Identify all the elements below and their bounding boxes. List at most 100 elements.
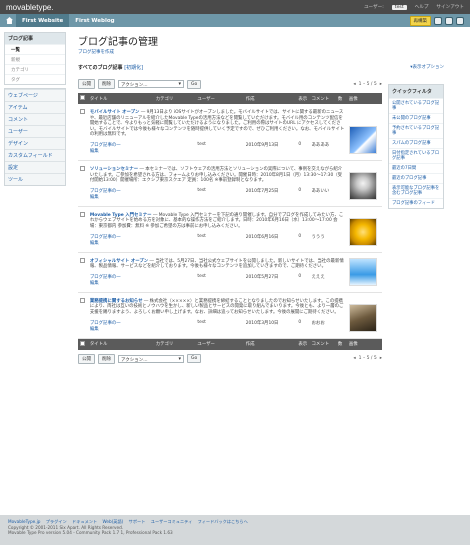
col-created-footer[interactable]: 作成 — [243, 338, 297, 350]
entry-thumbnail[interactable] — [348, 257, 377, 286]
select-all-checkbox-bottom[interactable] — [80, 340, 85, 346]
plus-icon[interactable] — [445, 17, 453, 25]
entry-title[interactable]: オフィシャルサイト オープン — [90, 259, 148, 264]
publish-selected-button-bottom[interactable]: 公開 — [78, 353, 95, 364]
filter-dated[interactable]: 日付指定されているブログ記事 — [389, 148, 443, 163]
footer-link-feedback[interactable]: フィードバックはこちらへ — [198, 519, 248, 524]
entry-thumbnail[interactable] — [348, 217, 377, 246]
col-user-footer[interactable]: ユーザー — [195, 338, 244, 350]
sidebar-group-users[interactable]: ユーザー — [5, 125, 65, 137]
delete-selected-button[interactable]: 削除 — [98, 79, 115, 89]
sidebar-item-list[interactable]: 一覧 — [5, 44, 65, 54]
delete-selected-button-bottom[interactable]: 削除 — [98, 353, 115, 364]
nav-blog[interactable]: First Weblog — [69, 14, 120, 27]
col-views[interactable]: 表示 — [296, 93, 310, 104]
footer-link-docs[interactable]: ドキュメント — [72, 519, 97, 524]
filter-spam[interactable]: スパムのブログ記事 — [389, 138, 443, 148]
footer-link-mt[interactable]: MovableType.jp — [8, 519, 40, 524]
publish-selected-button[interactable]: 公開 — [78, 79, 95, 89]
pager-text-bottom: 1 – 5 / 5 — [358, 356, 377, 361]
go-button-bottom[interactable]: Go — [187, 354, 202, 363]
entry-edit-link[interactable]: 編集 — [90, 280, 152, 286]
entry-title[interactable]: Movable Type 入門セミナー — [90, 213, 152, 218]
action-select-bottom[interactable]: アクション... — [118, 354, 184, 363]
col-image-footer: 画像 — [346, 338, 382, 350]
entry-title[interactable]: モバイルサイト オープン — [90, 110, 140, 115]
filter-feed[interactable]: ブログ記事のフィード — [389, 198, 443, 208]
user-label: ユーザー: — [363, 5, 384, 10]
home-icon[interactable] — [6, 17, 13, 24]
sidebar-group-settings[interactable]: 設定 — [5, 161, 65, 173]
filter-unpublished[interactable]: 未公開のブログ記事 — [389, 113, 443, 123]
entry-edit-link[interactable]: 編集 — [90, 194, 152, 200]
sidebar-group-design[interactable]: デザイン — [5, 137, 65, 149]
create-entry-link[interactable]: ブログ記事を作成 — [78, 50, 114, 55]
list-subtitle: すべてのブログ記事 — [78, 65, 123, 71]
table-row: 業務提携に関するお知らせ ― 株式会社（×××××）と業務提携を締結することとな… — [78, 292, 382, 339]
nav-website[interactable]: First Website — [16, 14, 70, 27]
publish-button[interactable]: 再構築 — [409, 16, 431, 26]
entry-edit-link[interactable]: 編集 — [90, 148, 152, 154]
gear-icon[interactable] — [456, 17, 464, 25]
filter-published[interactable]: 公開されているブログ記事 — [389, 98, 443, 113]
select-all-checkbox[interactable] — [80, 95, 85, 100]
sidebar-group-custom-fields[interactable]: カスタムフィールド — [5, 149, 65, 161]
col-title-footer[interactable]: タイトル — [87, 338, 154, 350]
col-count-footer[interactable]: 数 — [335, 338, 347, 350]
sidebar-group-tools[interactable]: ツール — [5, 173, 65, 185]
display-options-link[interactable]: ▾表示オプション — [388, 64, 444, 70]
filter-last-7-days[interactable]: 最近の7日間 — [389, 163, 443, 173]
row-checkbox[interactable] — [80, 211, 85, 217]
col-comments[interactable]: コメント — [309, 93, 336, 104]
sidebar-item-new[interactable]: 新規 — [5, 54, 65, 64]
row-checkbox[interactable] — [80, 257, 85, 263]
entry-thumbnail[interactable] — [348, 171, 377, 200]
logo[interactable]: movabletype. — [6, 3, 54, 12]
filter-scheduled[interactable]: 予約されているブログ記事 — [389, 123, 443, 138]
entry-edit-link[interactable]: 編集 — [90, 326, 152, 332]
entry-edit-link[interactable]: 編集 — [90, 240, 152, 246]
col-views-footer[interactable]: 表示 — [296, 338, 310, 350]
footer-link-support[interactable]: サポート — [129, 519, 146, 524]
row-checkbox[interactable] — [80, 165, 85, 171]
entry-title[interactable]: 業務提携に関するお知らせ — [90, 299, 143, 304]
col-count[interactable]: 数 — [335, 93, 347, 104]
col-category[interactable]: カテゴリ — [153, 93, 196, 104]
pager-prev-icon[interactable]: ◂ — [353, 82, 355, 87]
footer-link-plugins[interactable]: プラグイン — [46, 519, 67, 524]
sidebar-item-category[interactable]: カテゴリ — [5, 64, 65, 74]
row-checkbox[interactable] — [80, 297, 85, 303]
footer-link-community[interactable]: ユーザーコミュニティ — [151, 519, 193, 524]
sidebar-group-comments[interactable]: コメント — [5, 113, 65, 125]
sidebar-item-tag[interactable]: タグ — [5, 74, 65, 84]
col-user[interactable]: ユーザー — [195, 93, 244, 104]
col-comments-footer[interactable]: コメント — [309, 338, 336, 350]
sidebar-group-pages[interactable]: ウェブページ — [5, 89, 65, 101]
col-created[interactable]: 作成 — [243, 93, 297, 104]
col-category-footer[interactable]: カテゴリ — [153, 338, 196, 350]
sidebar-blog-posts-heading[interactable]: ブログ記事 — [5, 33, 65, 44]
entry-views: 0 — [296, 231, 310, 253]
filter-recent[interactable]: 最近のブログ記事 — [389, 173, 443, 183]
pager-prev-icon[interactable]: ◂ — [353, 356, 355, 361]
signout-link[interactable]: サインアウト — [436, 4, 464, 10]
sidebar-group-assets[interactable]: アイテム — [5, 101, 65, 113]
refresh-icon[interactable] — [434, 17, 442, 25]
entry-views: 0 — [296, 185, 310, 207]
go-button[interactable]: Go — [187, 79, 202, 89]
username-link[interactable]: test — [391, 4, 407, 10]
help-link[interactable]: ヘルプ — [415, 4, 429, 10]
entry-thumbnail[interactable] — [348, 303, 377, 332]
entry-thumbnail[interactable] — [348, 125, 377, 154]
footer-link-web[interactable]: Web(英語) — [103, 519, 124, 524]
action-select[interactable]: アクション... — [118, 80, 184, 88]
entry-title[interactable]: ソリューションセミナー — [90, 167, 138, 172]
row-checkbox[interactable] — [80, 109, 85, 114]
entry-date: 2010年9月13日 — [243, 139, 297, 161]
pager-bottom: ◂ 1 – 5 / 5 ▸ — [353, 356, 382, 361]
filter-viewable[interactable]: 表示可能なブログ記事を含むブログ記事 — [389, 183, 443, 198]
col-title[interactable]: タイトル — [87, 93, 154, 104]
logo-suffix: . — [51, 2, 54, 12]
col-image: 画像 — [346, 93, 382, 104]
reset-filter-link[interactable]: [初期化] — [124, 65, 143, 71]
